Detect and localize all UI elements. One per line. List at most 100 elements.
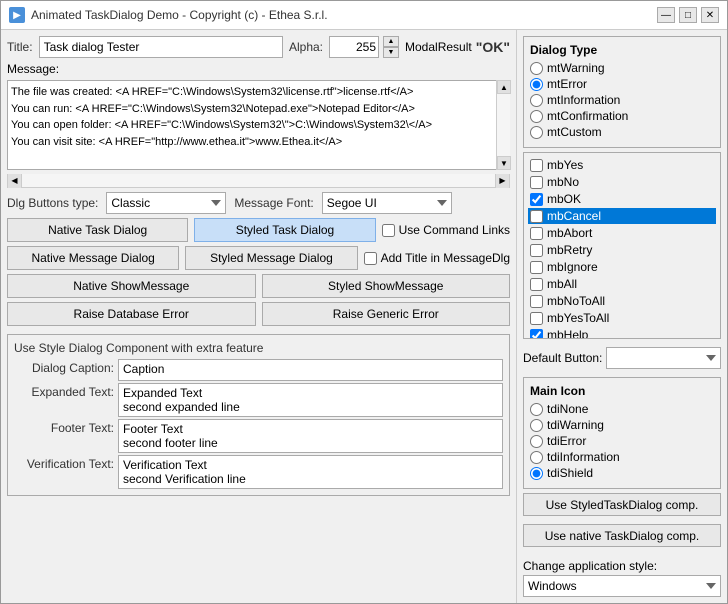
minimize-button[interactable]: — <box>657 7 675 23</box>
style-fields: Dialog Caption: Caption Expanded Text: E… <box>14 359 503 489</box>
use-native-taskdialog-button[interactable]: Use native TaskDialog comp. <box>523 524 721 547</box>
dlg-buttons-label: Dlg Buttons type: <box>7 196 98 210</box>
scroll-down-button[interactable]: ▼ <box>497 156 511 170</box>
alpha-down-button[interactable]: ▼ <box>383 47 399 58</box>
message-font-label: Message Font: <box>234 196 313 210</box>
message-font-dropdown[interactable]: Segoe UI <box>322 192 452 214</box>
add-title-checkbox[interactable]: Add Title in MessageDlg <box>364 251 510 265</box>
cb-mbNoToAll: mbNoToAll <box>528 293 716 309</box>
native-message-dialog-button[interactable]: Native Message Dialog <box>7 246 179 270</box>
use-styled-taskdialog-button[interactable]: Use StyledTaskDialog comp. <box>523 493 721 516</box>
modal-result-section: ModalResult "OK" <box>405 39 510 55</box>
scroll-up-button[interactable]: ▲ <box>497 80 511 94</box>
alpha-input[interactable] <box>329 36 379 58</box>
styled-message-dialog-button[interactable]: Styled Message Dialog <box>185 246 357 270</box>
message-label: Message: <box>7 62 510 76</box>
radio-mtWarning: mtWarning <box>530 61 714 75</box>
change-style-label: Change application style: <box>523 559 721 573</box>
titlebar-title: Animated TaskDialog Demo - Copyright (c)… <box>31 8 328 22</box>
titlebar-controls: — □ ✕ <box>657 7 719 23</box>
titlebar: ▶ Animated TaskDialog Demo - Copyright (… <box>1 1 727 30</box>
cb-mbIgnore: mbIgnore <box>528 259 716 275</box>
cb-mbCancel[interactable]: mbCancel <box>528 208 716 224</box>
radio-mtInformation: mtInformation <box>530 93 714 107</box>
alpha-spinner: ▲ ▼ <box>383 36 399 58</box>
title-row: Title: Alpha: ▲ ▼ ModalResult "OK" <box>7 36 510 58</box>
verification-text-field: Verification Text: Verification Textseco… <box>14 455 503 489</box>
scroll-track <box>497 94 510 156</box>
change-style-dropdown[interactable]: Windows <box>523 575 721 597</box>
close-button[interactable]: ✕ <box>701 7 719 23</box>
use-command-links-checkbox[interactable]: Use Command Links <box>382 223 510 237</box>
dialog-type-title: Dialog Type <box>530 43 714 57</box>
message-hscrollbar[interactable]: ◀ ▶ <box>7 174 510 188</box>
style-section-title: Use Style Dialog Component with extra fe… <box>14 341 503 355</box>
radio-tdiShield: tdiShield <box>530 466 714 480</box>
styled-show-message-button[interactable]: Styled ShowMessage <box>262 274 511 298</box>
change-style-section: Change application style: Windows <box>523 559 721 597</box>
dialog-caption-input[interactable]: Caption <box>118 359 503 381</box>
radio-mtCustom: mtCustom <box>530 125 714 139</box>
button-row-4: Raise Database Error Raise Generic Error <box>7 302 510 326</box>
verification-text-input[interactable]: Verification Textsecond Verification lin… <box>118 455 503 489</box>
dialog-type-box: Dialog Type mtWarning mtError mtInformat… <box>523 36 721 148</box>
app-icon: ▶ <box>9 7 25 23</box>
cb-mbOK: mbOK <box>528 191 716 207</box>
styled-task-dialog-button[interactable]: Styled Task Dialog <box>194 218 375 242</box>
message-vscrollbar[interactable]: ▲ ▼ <box>496 80 510 170</box>
main-content: Title: Alpha: ▲ ▼ ModalResult "OK" <box>1 30 727 603</box>
raise-generic-error-button[interactable]: Raise Generic Error <box>262 302 511 326</box>
radio-tdiWarning: tdiWarning <box>530 418 714 432</box>
native-show-message-button[interactable]: Native ShowMessage <box>7 274 256 298</box>
title-input[interactable] <box>39 36 283 58</box>
title-label: Title: <box>7 40 33 54</box>
left-panel: Title: Alpha: ▲ ▼ ModalResult "OK" <box>1 30 517 603</box>
alpha-up-button[interactable]: ▲ <box>383 36 399 47</box>
message-area-wrapper: The file was created: <A HREF="C:\Window… <box>7 80 510 170</box>
buttons-font-row: Dlg Buttons type: Classic Message Font: … <box>7 192 510 214</box>
modal-result-value: "OK" <box>476 39 510 55</box>
expanded-text-field: Expanded Text: Expanded Textsecond expan… <box>14 383 503 417</box>
footer-text-field: Footer Text: Footer Textsecond footer li… <box>14 419 503 453</box>
main-icon-title: Main Icon <box>530 384 714 398</box>
right-panel: Dialog Type mtWarning mtError mtInformat… <box>517 30 727 603</box>
default-button-dropdown[interactable] <box>606 347 721 369</box>
message-text: The file was created: <A HREF="C:\Window… <box>7 80 510 170</box>
button-row-1: Native Task Dialog Styled Task Dialog Us… <box>7 218 510 242</box>
scroll-right-button[interactable]: ▶ <box>495 174 509 188</box>
cb-mbNo: mbNo <box>528 174 716 190</box>
maximize-button[interactable]: □ <box>679 7 697 23</box>
alpha-label: Alpha: <box>289 40 323 54</box>
button-row-2: Native Message Dialog Styled Message Dia… <box>7 246 510 270</box>
main-window: ▶ Animated TaskDialog Demo - Copyright (… <box>0 0 728 604</box>
scroll-left-button[interactable]: ◀ <box>8 174 22 188</box>
cb-mbAbort: mbAbort <box>528 225 716 241</box>
radio-tdiInformation: tdiInformation <box>530 450 714 464</box>
main-icon-box: Main Icon tdiNone tdiWarning tdiError td… <box>523 377 721 489</box>
radio-tdiError: tdiError <box>530 434 714 448</box>
expanded-text-input[interactable]: Expanded Textsecond expanded line <box>118 383 503 417</box>
footer-text-input[interactable]: Footer Textsecond footer line <box>118 419 503 453</box>
cb-mbYesToAll: mbYesToAll <box>528 310 716 326</box>
cb-mbAll: mbAll <box>528 276 716 292</box>
raise-database-error-button[interactable]: Raise Database Error <box>7 302 256 326</box>
cb-mbHelp: mbHelp <box>528 327 716 339</box>
titlebar-left: ▶ Animated TaskDialog Demo - Copyright (… <box>9 7 328 23</box>
dialog-caption-field: Dialog Caption: Caption <box>14 359 503 381</box>
verification-text-label: Verification Text: <box>14 455 114 471</box>
radio-tdiNone: tdiNone <box>530 402 714 416</box>
cb-mbYes: mbYes <box>528 157 716 173</box>
dlg-buttons-dropdown[interactable]: Classic <box>106 192 226 214</box>
checkbox-list: mbYes mbNo mbOK mbCancel mbAbort mbRetry <box>523 152 721 339</box>
radio-mtError: mtError <box>530 77 714 91</box>
cb-mbRetry: mbRetry <box>528 242 716 258</box>
button-row-3: Native ShowMessage Styled ShowMessage <box>7 274 510 298</box>
alpha-row: ▲ ▼ <box>329 36 399 58</box>
expanded-text-label: Expanded Text: <box>14 383 114 399</box>
native-task-dialog-button[interactable]: Native Task Dialog <box>7 218 188 242</box>
default-button-row: Default Button: <box>523 347 721 369</box>
radio-mtConfirmation: mtConfirmation <box>530 109 714 123</box>
dialog-caption-label: Dialog Caption: <box>14 359 114 375</box>
style-section: Use Style Dialog Component with extra fe… <box>7 334 510 496</box>
modal-result-label: ModalResult <box>405 40 472 54</box>
